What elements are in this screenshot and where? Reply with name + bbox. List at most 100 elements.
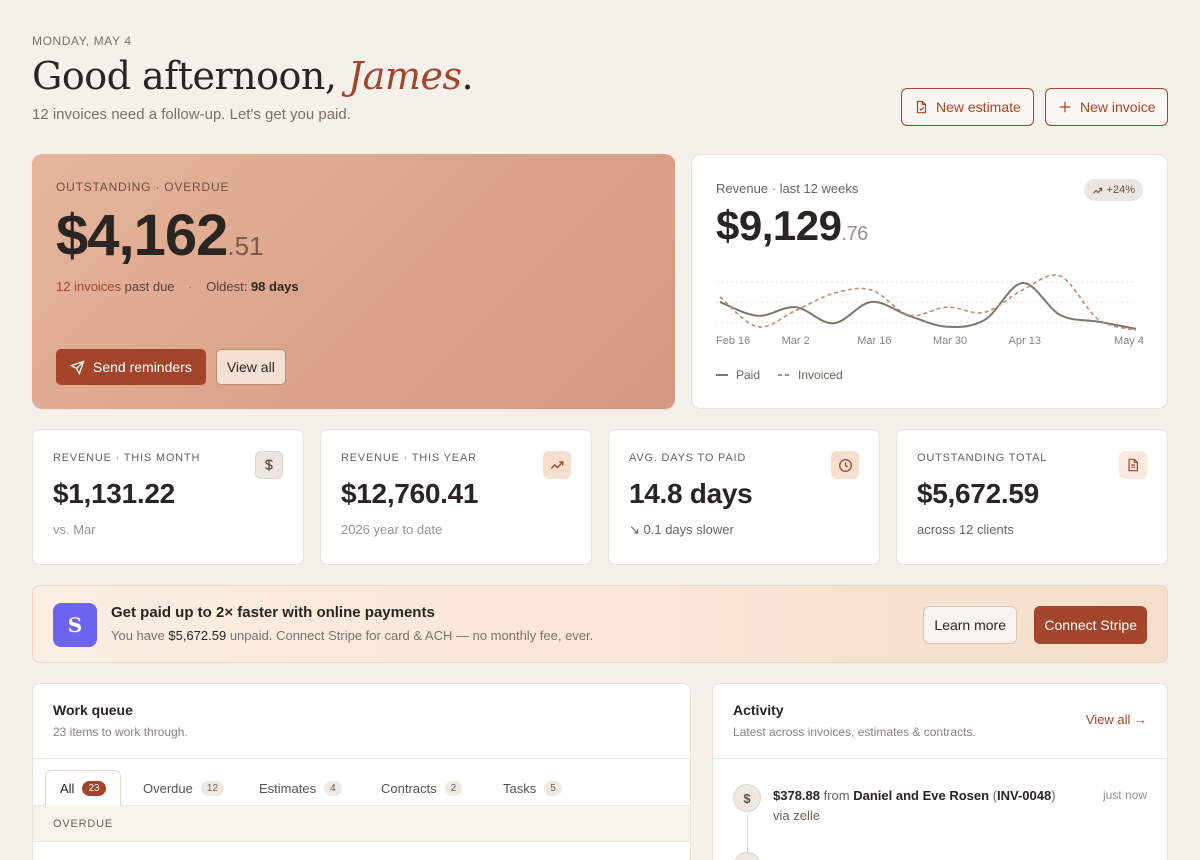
legend-invoiced-label: Invoiced — [798, 368, 843, 382]
x-tick-label: Apr 13 — [1008, 335, 1041, 347]
tab-label: Contracts — [381, 781, 437, 796]
kpi-value: $5,672.59 — [917, 478, 1039, 509]
stripe-logo: S — [53, 603, 97, 647]
revenue-x-axis: Feb 16 Mar 2 Mar 16 Mar 30 Apr 13 May 4 — [716, 335, 1144, 349]
past-due-invoices-link[interactable]: 12 invoices — [56, 279, 121, 294]
past-due-summary: 12 invoices past due · Oldest: 98 days — [56, 279, 651, 294]
kpi-value: $12,760.41 — [341, 478, 479, 509]
kpi-avg-days: AVG. DAYS TO PAID 14.8 days ↘ 0.1 days s… — [608, 429, 880, 565]
tab-overdue[interactable]: Overdue 12 — [129, 770, 238, 807]
outstanding-card: OUTSTANDING · OVERDUE $4,162.51 12 invoi… — [32, 154, 675, 409]
greeting-name: James — [348, 54, 462, 98]
document-icon — [916, 100, 926, 114]
revenue-amount-whole: $9,129 — [716, 202, 842, 249]
new-invoice-label: New invoice — [1080, 99, 1156, 115]
document-icon — [1119, 451, 1147, 479]
banner-text-suffix: unpaid. Connect Stripe for card & ACH — … — [226, 628, 594, 643]
outstanding-amount: $4,162.51 — [56, 202, 651, 269]
banner-title: Get paid up to 2× faster with online pay… — [111, 604, 435, 621]
past-due-text: past due — [121, 279, 175, 294]
greeting-prefix: Good afternoon, — [32, 54, 349, 98]
tab-all[interactable]: All 23 — [45, 770, 121, 807]
kpi-label: AVG. DAYS TO PAID — [629, 452, 747, 464]
activity-panel: Activity Latest across invoices, estimat… — [712, 683, 1168, 860]
tab-count: 2 — [444, 781, 463, 796]
send-reminders-button[interactable]: Send reminders — [56, 349, 206, 385]
outstanding-amount-whole: $4,162 — [56, 203, 228, 268]
tab-label: All — [60, 781, 75, 796]
send-reminders-label: Send reminders — [93, 359, 192, 375]
oldest-label: Oldest: — [206, 279, 251, 294]
kpi-revenue-year: REVENUE · THIS YEAR $12,760.41 2026 year… — [320, 429, 592, 565]
activity-subtitle: Latest across invoices, estimates & cont… — [733, 725, 976, 739]
activity-from: from — [820, 788, 854, 803]
outstanding-label: OUTSTANDING · OVERDUE — [56, 180, 230, 194]
revenue-legend: Paid Invoiced — [716, 368, 843, 382]
plus-icon — [1059, 101, 1071, 113]
x-tick-label: Mar 2 — [781, 335, 810, 347]
activity-amount: $378.88 — [773, 788, 820, 803]
tab-label: Estimates — [259, 781, 317, 796]
section-header-overdue: OVERDUE — [33, 806, 690, 842]
tab-count: 23 — [82, 781, 106, 796]
new-estimate-button[interactable]: New estimate — [901, 88, 1034, 126]
learn-more-button[interactable]: Learn more — [923, 606, 1017, 644]
tab-count: 12 — [200, 781, 224, 796]
view-all-overdue-button[interactable]: View all — [215, 349, 286, 385]
tab-contracts[interactable]: Contracts 2 — [367, 770, 476, 807]
revenue-amount: $9,129.76 — [716, 202, 1143, 250]
kpi-value: $1,131.22 — [53, 478, 175, 509]
legend-invoiced-swatch — [778, 374, 791, 376]
work-queue-subtitle: 23 items to work through. — [53, 725, 188, 739]
clock-icon — [831, 451, 859, 479]
revenue-card: Revenue · last 12 weeks +24% $9,129.76 F… — [691, 154, 1168, 409]
separator-dot: · — [188, 279, 193, 294]
kpi-value: 14.8 days — [629, 478, 753, 509]
tab-label: Tasks — [503, 781, 537, 796]
activity-text: $378.88 from Daniel and Eve Rosen (INV-0… — [773, 788, 1056, 803]
activity-invoice: INV-0048 — [997, 788, 1052, 803]
series-line-paid — [719, 282, 1137, 330]
activity-client: Daniel and Eve Rosen — [853, 788, 990, 803]
legend-invoiced: Invoiced — [778, 368, 843, 382]
tab-tasks[interactable]: Tasks 5 — [489, 770, 576, 807]
connect-stripe-button[interactable]: Connect Stripe — [1034, 606, 1147, 644]
activity-time: just now — [1102, 788, 1147, 802]
activity-view-all-link[interactable]: View all → — [1086, 712, 1147, 727]
kpi-label: REVENUE · THIS YEAR — [341, 452, 477, 464]
kpi-label: OUTSTANDING TOTAL — [917, 452, 1048, 464]
kpi-sub: across 12 clients — [917, 522, 1014, 537]
kpi-revenue-month: REVENUE · THIS MONTH $1,131.22 vs. Mar — [32, 429, 304, 565]
trend-up-icon — [1092, 187, 1102, 194]
tab-estimates[interactable]: Estimates 4 — [245, 770, 356, 807]
x-tick-label: Mar 30 — [932, 335, 968, 347]
dollar-icon: $ — [733, 784, 761, 812]
revenue-change-value: +24% — [1106, 184, 1135, 196]
x-tick-label: May 4 — [1114, 335, 1144, 347]
revenue-amount-cents: .76 — [841, 223, 868, 245]
kpi-label: REVENUE · THIS MONTH — [53, 452, 201, 464]
divider — [713, 758, 1167, 759]
tab-label: Overdue — [143, 781, 193, 796]
kpi-outstanding-total: OUTSTANDING TOTAL $5,672.59 across 12 cl… — [896, 429, 1168, 565]
legend-paid: Paid — [716, 368, 760, 382]
new-invoice-button[interactable]: New invoice — [1045, 88, 1169, 126]
activity-title: Activity — [733, 702, 784, 718]
outstanding-amount-cents: .51 — [227, 231, 264, 261]
trend-up-icon — [543, 451, 571, 479]
activity-via: via zelle — [773, 808, 820, 823]
banner-text-prefix: You have — [111, 628, 169, 643]
send-icon — [70, 359, 85, 375]
legend-paid-label: Paid — [736, 368, 761, 382]
date-label: MONDAY, MAY 4 — [32, 34, 132, 48]
work-queue-title: Work queue — [53, 702, 133, 718]
kpi-sub: 2026 year to date — [341, 522, 443, 537]
x-tick-label: Mar 16 — [857, 335, 892, 347]
revenue-title: Revenue · last 12 weeks — [716, 181, 859, 196]
banner-text: You have $5,672.59 unpaid. Connect Strip… — [111, 628, 593, 643]
dollar-icon — [255, 451, 283, 479]
oldest-value: 98 days — [250, 279, 299, 294]
x-tick-label: Feb 16 — [716, 335, 751, 347]
work-queue-panel: Work queue 23 items to work through. All… — [32, 683, 691, 860]
banner-text-amount: $5,672.59 — [168, 628, 227, 643]
